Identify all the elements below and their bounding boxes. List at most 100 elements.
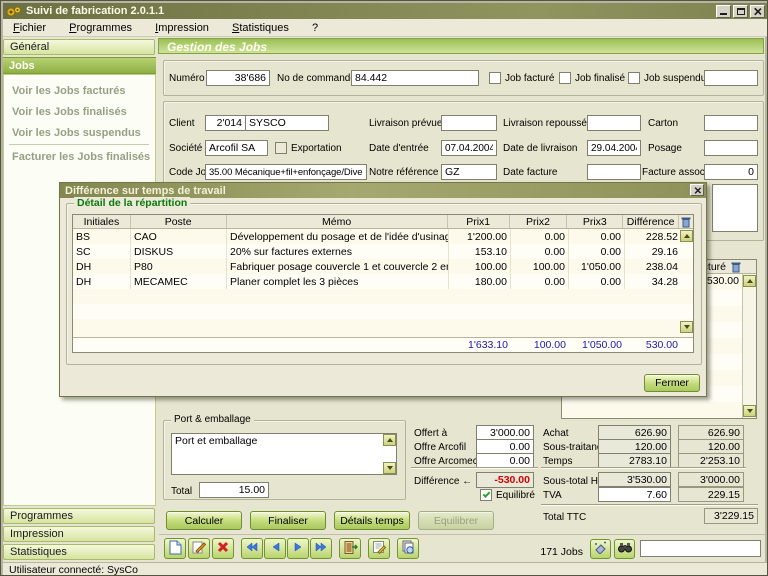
menu-impression[interactable]: Impression (145, 19, 219, 34)
table-row[interactable]: SC DISKUS 20% sur factures externes 153.… (73, 244, 693, 259)
equilibrer-button[interactable]: Equilibrer (418, 511, 494, 530)
sidebar-item-impression[interactable]: Impression (3, 526, 155, 542)
col-poste[interactable]: Poste (131, 215, 227, 228)
societe-field[interactable] (205, 140, 268, 156)
exit-button[interactable] (339, 538, 361, 559)
search-input[interactable] (640, 540, 761, 557)
commande-field[interactable] (351, 70, 479, 86)
col-memo[interactable]: Mémo (227, 215, 448, 228)
client-number-field[interactable] (205, 115, 246, 131)
offre-arcofil-label: Offre Arcofil (414, 442, 466, 453)
sidebar-item-statistiques[interactable]: Statistiques (3, 544, 155, 560)
col-prix3[interactable]: Prix3 (567, 215, 623, 228)
scroll-up-icon[interactable] (743, 275, 756, 287)
port-memo-field[interactable]: Port et emballage (171, 433, 397, 475)
scroll-down-icon[interactable] (680, 321, 693, 333)
scroll-up-icon[interactable] (383, 434, 396, 446)
first-record-button[interactable] (241, 538, 263, 559)
report-button[interactable] (368, 538, 390, 559)
details-temps-button[interactable]: Détails temps (334, 511, 410, 530)
close-button[interactable] (750, 5, 765, 18)
previous-record-button[interactable] (264, 538, 286, 559)
numero-field[interactable] (206, 70, 270, 86)
job-extra-field[interactable] (704, 70, 758, 86)
edit-record-button[interactable] (188, 538, 210, 559)
maximize-button[interactable] (733, 5, 748, 18)
clear-search-button[interactable] (590, 539, 611, 559)
menu-fichier[interactable]: Fichier (3, 19, 56, 34)
scroll-down-icon[interactable] (383, 462, 396, 474)
sidebar-item-voir-jobs-suspendus[interactable]: Voir les Jobs suspendus (12, 127, 141, 139)
job-suspendu-checkbox[interactable] (628, 72, 640, 84)
client-name-field[interactable] (245, 115, 329, 131)
exportation-checkbox[interactable] (275, 142, 287, 154)
sidebar-item-general[interactable]: Général (3, 39, 155, 55)
codejob-field[interactable] (205, 164, 367, 180)
trash-icon[interactable] (731, 261, 741, 276)
facture-associee-field[interactable] (704, 164, 758, 180)
offre-arcomec-field[interactable] (476, 453, 534, 468)
dialog-title-bar[interactable]: Différence sur temps de travail (60, 183, 706, 198)
last-record-button[interactable] (310, 538, 332, 559)
delete-record-button[interactable] (212, 538, 234, 559)
fermer-button[interactable]: Fermer (644, 374, 700, 392)
search-button[interactable] (614, 539, 635, 559)
posage-field[interactable] (704, 140, 758, 156)
sidebar-item-facturer-jobs-finalises[interactable]: Facturer les Jobs finalisés (12, 151, 150, 163)
livraison-repoussee-field[interactable] (587, 115, 641, 131)
finaliser-button[interactable]: Finaliser (250, 511, 326, 530)
menu-programmes[interactable]: Programmes (59, 19, 142, 34)
col-initiales[interactable]: Initiales (73, 215, 131, 228)
notre-reference-field[interactable] (441, 164, 497, 180)
sidebar-section-jobs[interactable]: Jobs (3, 57, 156, 74)
offert-field[interactable] (476, 425, 534, 440)
offre-arcofil-field[interactable] (476, 439, 534, 454)
col-prix2[interactable]: Prix2 (510, 215, 568, 228)
date-facture-field[interactable] (587, 164, 641, 180)
livraison-prevue-field[interactable] (441, 115, 497, 131)
minimize-button[interactable] (716, 5, 731, 18)
close-icon (754, 7, 761, 14)
dialog-close-button[interactable] (690, 184, 704, 196)
table-row-empty[interactable] (73, 319, 693, 334)
sidebar-item-voir-jobs-factures[interactable]: Voir les Jobs facturés (12, 85, 126, 97)
cell-poste: CAO (131, 229, 227, 244)
sidebar-item-programmes[interactable]: Programmes (3, 508, 155, 524)
port-group-label: Port & emballage (171, 414, 254, 425)
col-prix1[interactable]: Prix1 (448, 215, 510, 228)
carton-field[interactable] (704, 115, 758, 131)
new-record-button[interactable] (164, 538, 186, 559)
exit-door-icon (343, 540, 358, 558)
date-entree-field[interactable] (441, 140, 497, 156)
equilibre-checkbox[interactable] (480, 489, 492, 501)
facture-scrollbar[interactable] (742, 274, 756, 418)
date-livraison-field[interactable] (587, 140, 641, 156)
menu-statistiques[interactable]: Statistiques (222, 19, 299, 34)
sidebar-item-voir-jobs-finalises[interactable]: Voir les Jobs finalisés (12, 106, 127, 118)
trash-icon[interactable] (679, 215, 693, 228)
nav-last-icon (315, 542, 327, 555)
table-row[interactable]: DH MECAMEC Planer complet les 3 pièces 1… (73, 274, 693, 289)
table-row[interactable]: BS CAO Développement du posage et de l'i… (73, 229, 693, 244)
preview-button[interactable] (397, 538, 419, 559)
remarks-field[interactable] (712, 184, 758, 232)
next-record-button[interactable] (287, 538, 309, 559)
scroll-up-icon[interactable] (680, 230, 693, 242)
calculer-button[interactable]: Calculer (166, 511, 242, 530)
job-facture-label: Job facturé (505, 73, 554, 84)
facture-row-empty[interactable] (562, 402, 756, 418)
job-facture-checkbox[interactable] (489, 72, 501, 84)
table-row-empty[interactable] (73, 304, 693, 319)
cell-memo: 20% sur factures externes (227, 244, 449, 259)
menu-help[interactable]: ? (302, 19, 328, 34)
scroll-down-icon[interactable] (743, 405, 756, 417)
job-finalise-checkbox[interactable] (559, 72, 571, 84)
achat-calc-field (598, 425, 671, 440)
sous-total-label: Sous-total HT (543, 476, 604, 487)
table-row[interactable]: DH P80 Fabriquer posage couvercle 1 et c… (73, 259, 693, 274)
port-total-field[interactable] (199, 482, 269, 498)
edit-icon (192, 540, 206, 557)
col-difference[interactable]: Différence (623, 215, 679, 228)
tva-rate-field[interactable] (598, 487, 671, 502)
table-row-empty[interactable] (73, 289, 693, 304)
